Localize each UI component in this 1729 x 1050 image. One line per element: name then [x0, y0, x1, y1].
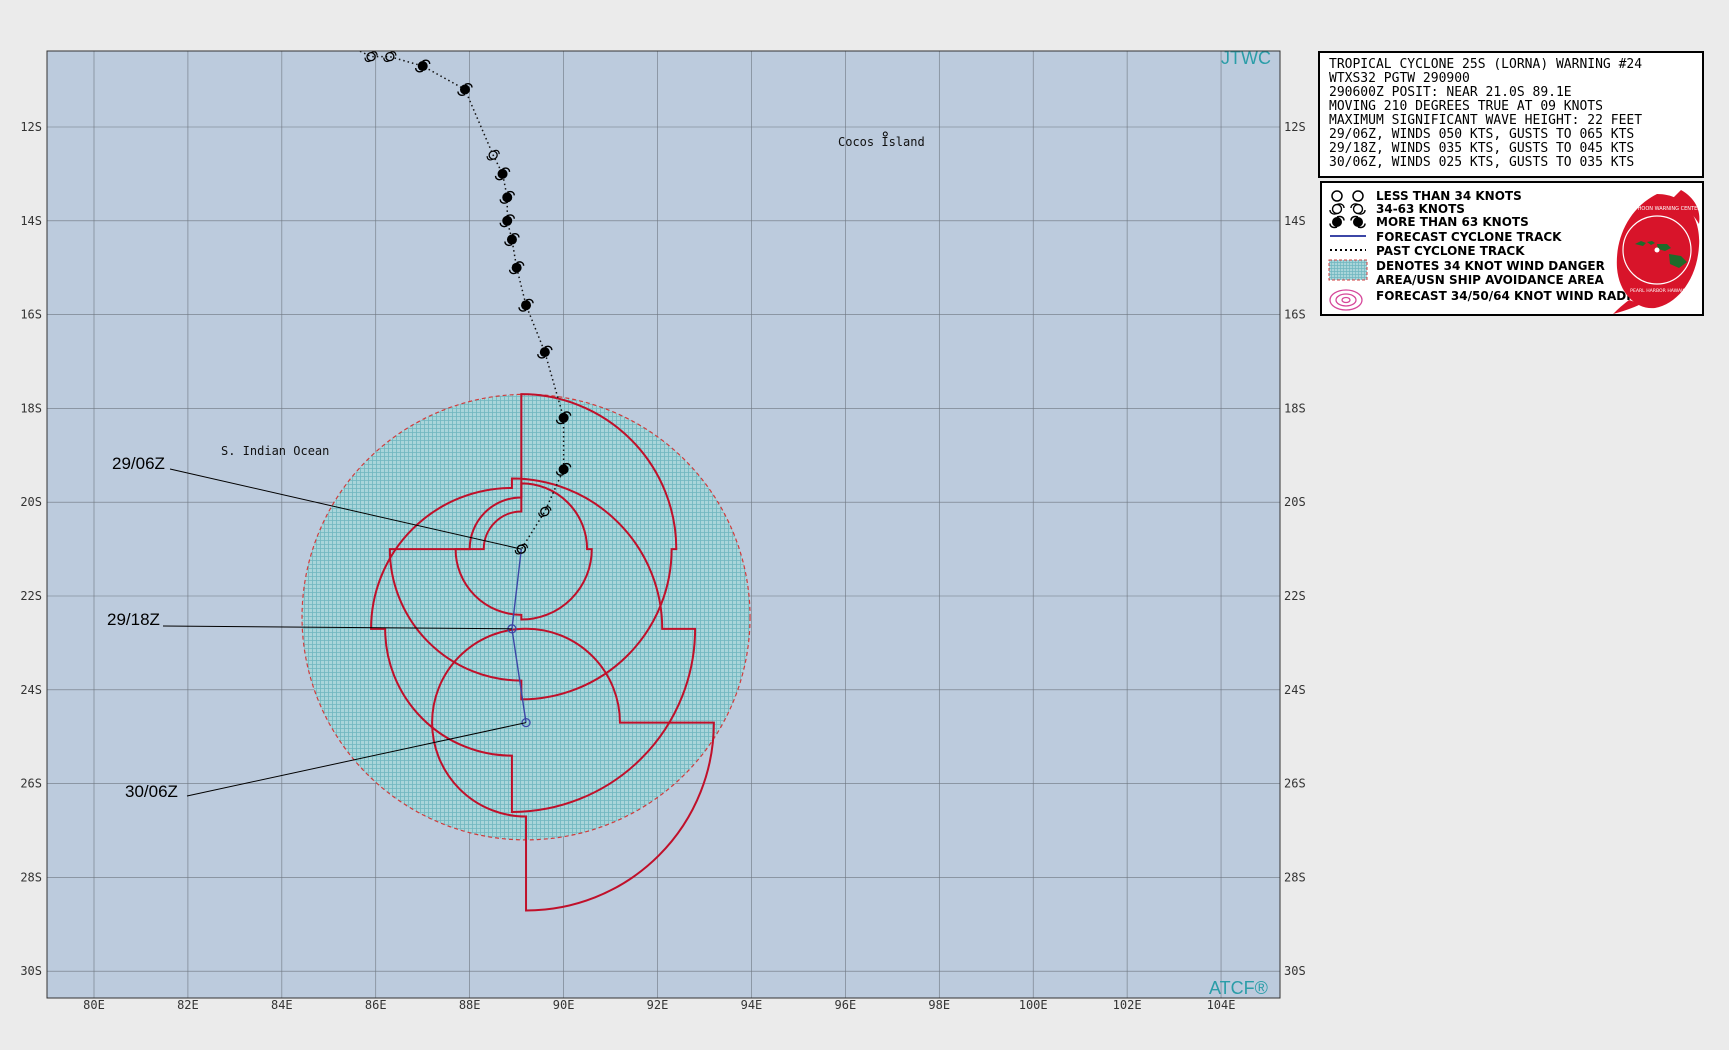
- lat-tick-label: 22S: [1284, 589, 1306, 603]
- lon-tick-label: 82E: [177, 998, 199, 1012]
- lon-tick-label: 94E: [741, 998, 763, 1012]
- lat-tick-label: 26S: [1284, 777, 1306, 791]
- cocos-island-label: Cocos Island: [838, 135, 925, 149]
- lon-tick-label: 96E: [835, 998, 857, 1012]
- storm-symbol: [337, 38, 349, 48]
- atcf-label: ATCF®: [1209, 978, 1268, 998]
- warning-line: MAXIMUM SIGNIFICANT WAVE HEIGHT: 22 FEET: [1329, 113, 1643, 128]
- lon-tick-label: 102E: [1113, 998, 1142, 1012]
- warning-line: 290600Z POSIT: NEAR 21.0S 89.1E: [1329, 85, 1572, 100]
- lon-tick-label: 92E: [647, 998, 669, 1012]
- legend-item: MORE THAN 63 KNOTS: [1322, 215, 1602, 231]
- cyclone-filled-icon: [1329, 215, 1366, 229]
- lat-tick-label: 18S: [1284, 401, 1306, 415]
- lat-tick-label: 30S: [20, 964, 42, 978]
- solid-line-icon: [1330, 235, 1366, 237]
- warning-line: WTXS32 PGTW 290900: [1329, 71, 1470, 86]
- lat-tick-label: 14S: [1284, 214, 1306, 228]
- open-circle-icon: [1331, 190, 1364, 202]
- warning-line: 30/06Z, WINDS 025 KTS, GUSTS TO 035 KTS: [1329, 155, 1635, 170]
- jtwc-logo: JOINT TYPHOON WARNING CENTER PEARL HARBO…: [1612, 190, 1701, 314]
- dotted-line-icon: [1330, 249, 1366, 251]
- lon-tick-label: 104E: [1207, 998, 1236, 1012]
- lat-tick-label: 28S: [1284, 870, 1306, 884]
- lat-tick-label: 12S: [1284, 120, 1306, 134]
- lat-tick-label: 14S: [20, 214, 42, 228]
- lon-tick-label: 88E: [459, 998, 481, 1012]
- lat-tick-label: 20S: [20, 495, 42, 509]
- lon-tick-label: 84E: [271, 998, 293, 1012]
- warning-line: 29/18Z, WINDS 035 KTS, GUSTS TO 045 KTS: [1329, 141, 1635, 156]
- warning-info-box: TROPICAL CYCLONE 25S (LORNA) WARNING #24…: [1318, 51, 1704, 178]
- lon-tick-label: 100E: [1019, 998, 1048, 1012]
- danger-area-shape: [301, 393, 751, 841]
- dtg-label-30-06z: 30/06Z: [125, 782, 178, 801]
- storm-symbol: [285, 28, 297, 38]
- lat-tick-label: 24S: [20, 683, 42, 697]
- legend-item: PAST CYCLONE TRACK: [1322, 244, 1602, 260]
- lat-tick-label: 22S: [20, 589, 42, 603]
- lat-tick-label: 28S: [20, 870, 42, 884]
- dtg-label-29-06z: 29/06Z: [112, 454, 165, 473]
- lat-tick-label: 26S: [20, 777, 42, 791]
- lat-tick-label: 30S: [1284, 964, 1306, 978]
- lon-tick-label: 80E: [83, 998, 105, 1012]
- warning-title: TROPICAL CYCLONE 25S (LORNA) WARNING #24: [1329, 57, 1643, 72]
- lon-tick-label: 86E: [365, 998, 387, 1012]
- lat-tick-label: 16S: [1284, 308, 1306, 322]
- wind-danger-area: [301, 393, 751, 841]
- cyclone-open-icon: [1329, 203, 1366, 215]
- logo-text: JOINT TYPHOON WARNING CENTER: [1612, 206, 1701, 212]
- s-indian-ocean-label: S. Indian Ocean: [221, 444, 329, 458]
- lat-tick-label: 18S: [20, 401, 42, 415]
- warning-line: 29/06Z, WINDS 050 KTS, GUSTS TO 065 KTS: [1329, 127, 1635, 142]
- storm-symbol: [309, 33, 321, 43]
- logo-subtext: PEARL HARBOR HAWAII: [1630, 288, 1684, 294]
- wind-radii-icon: [1329, 289, 1363, 311]
- lat-tick-label: 16S: [20, 308, 42, 322]
- storm-symbol: [299, 33, 311, 43]
- lat-tick-label: 20S: [1284, 495, 1306, 509]
- warning-line: MOVING 210 DEGREES TRUE AT 09 KNOTS: [1329, 99, 1603, 114]
- legend-item: AREA/USN SHIP AVOIDANCE AREA: [1376, 273, 1604, 287]
- lon-tick-label: 98E: [928, 998, 950, 1012]
- lat-tick-label: 12S: [20, 120, 42, 134]
- lon-tick-label: 90E: [553, 998, 575, 1012]
- lat-tick-label: 24S: [1284, 683, 1306, 697]
- legend-box: LESS THAN 34 KNOTS 34-63 KNOTS MORE THAN…: [1320, 181, 1704, 316]
- legend-item: FORECAST 34/50/64 KNOT WIND RADII: [1322, 289, 1635, 311]
- dtg-label-29-18z: 29/18Z: [107, 610, 160, 629]
